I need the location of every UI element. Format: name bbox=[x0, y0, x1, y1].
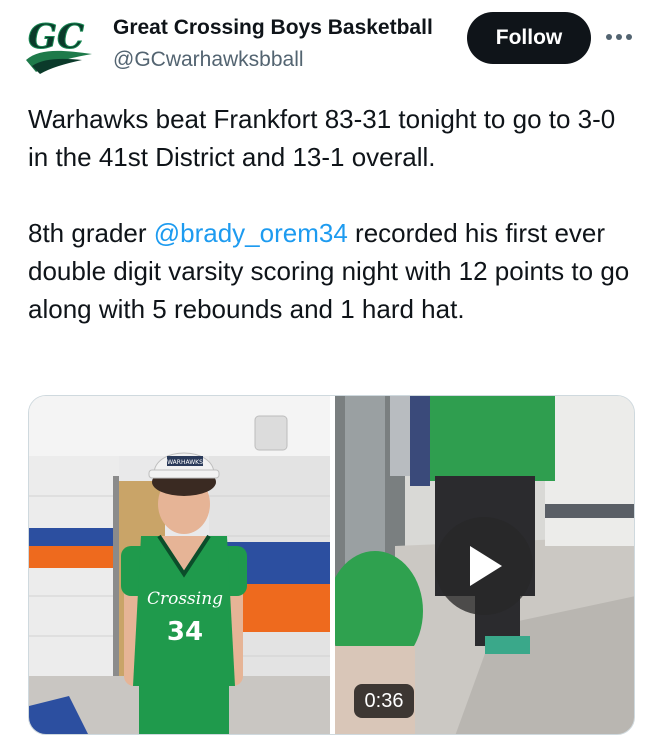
media-grid: WARHAWKS Crossing 34 0:36 bbox=[28, 395, 635, 735]
hard-hat-label: WARHAWKS bbox=[167, 459, 203, 466]
video-player[interactable]: 0:36 bbox=[335, 396, 634, 734]
more-options-icon[interactable] bbox=[602, 22, 636, 52]
tweet-text: Warhawks beat Frankfort 83-31 tonight to… bbox=[28, 100, 638, 328]
play-button[interactable] bbox=[435, 517, 533, 615]
gc-logo-icon: GC bbox=[26, 17, 92, 74]
tweet-paragraph-2: 8th grader @brady_orem34 recorded his fi… bbox=[28, 214, 638, 328]
video-duration-badge: 0:36 bbox=[354, 684, 414, 718]
account-handle[interactable]: @GCwarhawksbball bbox=[113, 46, 453, 74]
user-mention-link[interactable]: @brady_orem34 bbox=[154, 218, 348, 248]
tweet-header: GC Great Crossing Boys Basketball @GCwar… bbox=[0, 0, 663, 90]
player-photo[interactable]: WARHAWKS Crossing 34 bbox=[29, 396, 330, 734]
tweet-paragraph-1: Warhawks beat Frankfort 83-31 tonight to… bbox=[28, 104, 616, 172]
account-avatar[interactable]: GC bbox=[22, 10, 98, 78]
account-names: Great Crossing Boys Basketball @GCwarhaw… bbox=[113, 14, 453, 74]
jersey-number: 34 bbox=[167, 617, 203, 647]
play-icon bbox=[470, 546, 502, 586]
display-name[interactable]: Great Crossing Boys Basketball bbox=[113, 14, 453, 42]
follow-button[interactable]: Follow bbox=[467, 12, 591, 64]
jersey-text: Crossing bbox=[147, 589, 223, 609]
tweet-text-part: 8th grader bbox=[28, 218, 154, 248]
svg-text:GC: GC bbox=[28, 17, 84, 57]
